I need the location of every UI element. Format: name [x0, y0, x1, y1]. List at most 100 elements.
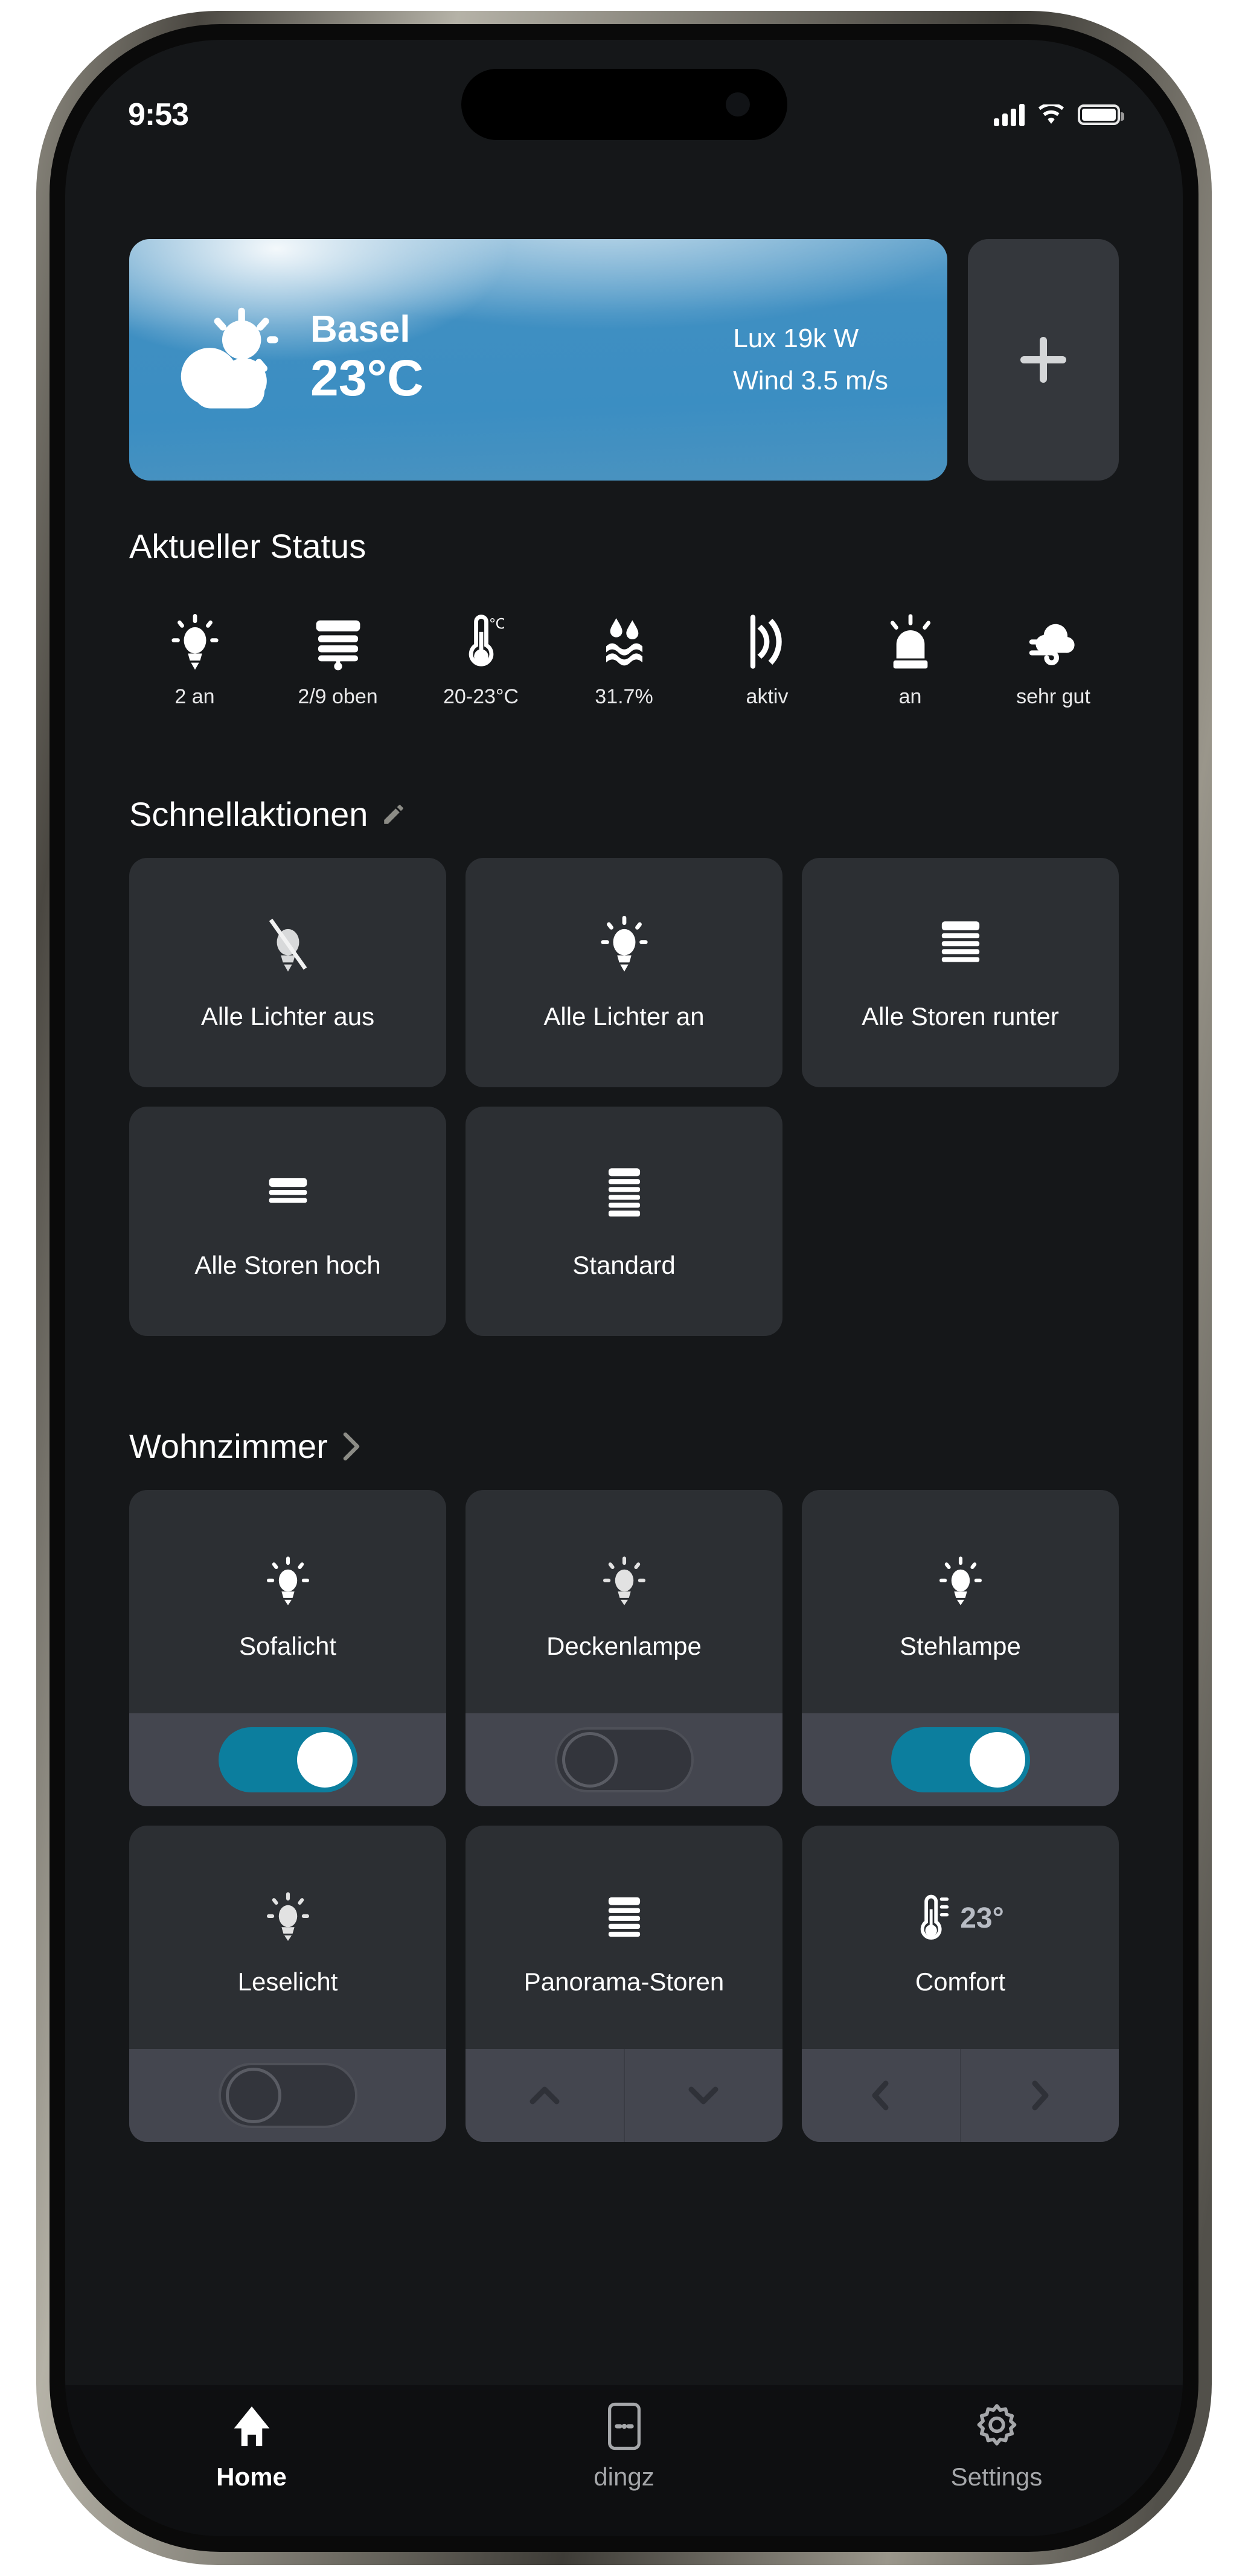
weather-wind: Wind 3.5 m/s — [733, 366, 888, 395]
lightbulb-icon — [171, 603, 219, 671]
signal-bars-icon — [994, 103, 1025, 126]
device-control — [802, 1713, 1119, 1806]
chevron-up-icon — [530, 2086, 560, 2105]
battery-full-icon — [1078, 104, 1124, 125]
front-camera — [725, 92, 750, 117]
weather-temperature: 23°C — [310, 350, 424, 407]
device-card-leselicht[interactable]: Leselicht — [129, 1826, 446, 2142]
device-label: Comfort — [915, 1967, 1006, 1996]
device-card-comfort[interactable]: 23° Comfort — [802, 1826, 1119, 2142]
quick-action-all-lights-on[interactable]: Alle Lichter an — [466, 858, 782, 1087]
device-card-deckenlampe[interactable]: Deckenlampe — [466, 1490, 782, 1806]
dynamic-island — [461, 69, 787, 140]
status-item-siren[interactable]: an — [839, 603, 982, 709]
lightbulb-on-icon — [266, 1553, 309, 1611]
room-devices-grid: Sofalicht Deckenlampe Stehlampe Leselich… — [65, 1466, 1183, 2142]
current-status-strip: 2 an 2/9 oben ° 20-23°C 31.7% aktiv an s… — [65, 566, 1183, 709]
quick-action-empty-slot — [802, 1107, 1119, 1336]
quick-action-label: Alle Storen runter — [862, 1002, 1059, 1031]
quick-action-label: Alle Storen hoch — [194, 1251, 381, 1279]
room-heading[interactable]: Wohnzimmer — [65, 1427, 1183, 1466]
plus-icon — [1020, 337, 1066, 383]
device-toggle[interactable] — [218, 2063, 357, 2128]
air-quality-icon — [1026, 603, 1081, 671]
nav-item-label: Settings — [950, 2463, 1043, 2491]
home-icon — [229, 2403, 275, 2449]
room-title: Wohnzimmer — [129, 1427, 328, 1465]
blind-up-button[interactable] — [466, 2049, 625, 2142]
device-card-stehlampe[interactable]: Stehlampe — [802, 1490, 1119, 1806]
device-control — [802, 2049, 1119, 2142]
blinds-down-icon — [938, 914, 984, 974]
thermometer-icon: 23° — [917, 1889, 1004, 1947]
status-item-blinds[interactable]: 2/9 oben — [266, 603, 409, 709]
nav-item-home[interactable]: Home — [65, 2403, 438, 2491]
chevron-right-icon[interactable] — [341, 1431, 362, 1462]
phone-bezel: 9:53 Basel 23°C Lux 19k W Wind 3.5 m/s A… — [50, 24, 1198, 2552]
device-control — [466, 2049, 782, 2142]
weather-primary: Basel 23°C — [310, 311, 424, 408]
motion-sensor-icon — [746, 603, 789, 671]
device-label: Sofalicht — [238, 1632, 337, 1660]
blind-down-button[interactable] — [625, 2049, 783, 2142]
quick-action-all-blinds-up[interactable]: Alle Storen hoch — [129, 1107, 446, 1336]
device-header: Leselicht — [129, 1826, 446, 2049]
app-screen: 9:53 Basel 23°C Lux 19k W Wind 3.5 m/s A… — [65, 40, 1183, 2536]
status-item-lights[interactable]: 2 an — [123, 603, 266, 709]
status-item-label: 31.7% — [595, 685, 653, 708]
lightbulb-on-icon — [600, 914, 648, 974]
toggle-knob — [296, 1732, 353, 1788]
gear-icon — [973, 2403, 1020, 2449]
device-control — [466, 1713, 782, 1806]
blinds-down-icon — [606, 1889, 643, 1947]
nav-item-settings[interactable]: Settings — [810, 2403, 1183, 2491]
pencil-icon[interactable] — [381, 802, 406, 827]
chevron-left-icon — [872, 2080, 889, 2111]
status-bar-indicators — [994, 103, 1124, 126]
device-header: Panorama-Storen — [466, 1826, 782, 2049]
status-item-motion[interactable]: aktiv — [696, 603, 839, 709]
weather-city: Basel — [310, 308, 411, 351]
phone-frame: 9:53 Basel 23°C Lux 19k W Wind 3.5 m/s A… — [36, 11, 1212, 2565]
toggle-knob — [562, 1732, 618, 1788]
device-header: Sofalicht — [129, 1490, 446, 1713]
device-toggle[interactable] — [891, 1727, 1030, 1792]
quick-action-all-lights-off[interactable]: Alle Lichter aus — [129, 858, 446, 1087]
sun-behind-cloud-icon — [157, 305, 308, 414]
device-label: Leselicht — [237, 1967, 338, 1996]
nav-item-label: dingz — [594, 2463, 654, 2491]
bottom-navigation: Home dingz Settings — [65, 2385, 1183, 2536]
temperature-decrease-button[interactable] — [802, 2049, 961, 2142]
weather-metrics: Lux 19k W Wind 3.5 m/s — [733, 318, 888, 403]
status-bar: 9:53 — [65, 40, 1183, 161]
quick-action-all-blinds-down[interactable]: Alle Storen runter — [802, 858, 1119, 1087]
quick-action-label: Alle Lichter aus — [200, 1002, 375, 1031]
humidity-icon — [600, 603, 648, 671]
weather-row: Basel 23°C Lux 19k W Wind 3.5 m/s — [65, 161, 1183, 481]
nav-item-dingz[interactable]: dingz — [438, 2402, 810, 2491]
status-bar-clock: 9:53 — [128, 97, 189, 132]
svg-text:°C: °C — [489, 616, 504, 633]
add-widget-button[interactable] — [968, 239, 1119, 481]
quick-action-standard[interactable]: Standard — [466, 1107, 782, 1336]
chevron-down-icon — [688, 2086, 718, 2105]
siren-icon — [886, 603, 935, 671]
device-temperature-value: 23° — [960, 1902, 1004, 1934]
temperature-increase-button[interactable] — [961, 2049, 1119, 2142]
device-header: 23° Comfort — [802, 1826, 1119, 2049]
quick-actions-heading: Schnellaktionen — [65, 794, 1183, 834]
device-card-sofalicht[interactable]: Sofalicht — [129, 1490, 446, 1806]
status-item-label: 2 an — [174, 685, 215, 708]
scroll-content[interactable]: Basel 23°C Lux 19k W Wind 3.5 m/s Aktuel… — [65, 161, 1183, 2385]
device-toggle[interactable] — [554, 1727, 694, 1792]
device-card-panorama-storen[interactable]: Panorama-Storen — [466, 1826, 782, 2142]
status-item-humidity[interactable]: 31.7% — [552, 603, 696, 709]
weather-card[interactable]: Basel 23°C Lux 19k W Wind 3.5 m/s — [129, 239, 947, 481]
device-label: Deckenlampe — [546, 1632, 702, 1660]
blinds-up-icon — [265, 1163, 311, 1223]
status-item-air-quality[interactable]: sehr gut — [982, 603, 1125, 709]
status-item-temperature[interactable]: °C 20-23°C — [409, 603, 552, 709]
device-toggle[interactable] — [218, 1727, 357, 1792]
quick-action-label: Alle Lichter an — [543, 1002, 705, 1031]
lightbulb-on-icon — [939, 1553, 982, 1611]
